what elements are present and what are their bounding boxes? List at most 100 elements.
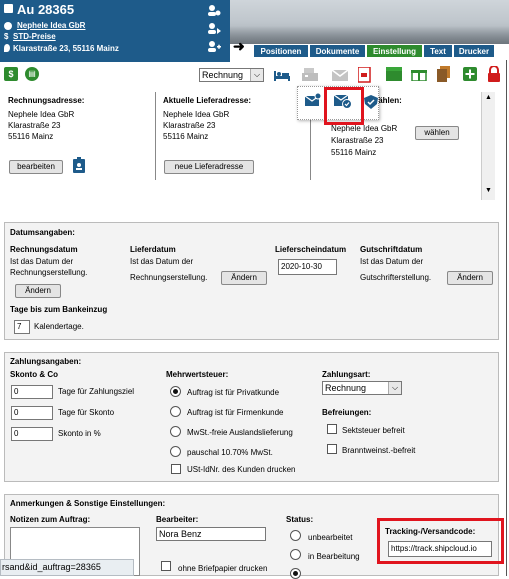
dollar-icon: $: [4, 32, 9, 41]
choose-address-button[interactable]: wählen: [415, 126, 459, 140]
editor-select[interactable]: Nora Benz: [156, 527, 266, 541]
bank-days-unit: Kalendertage.: [34, 322, 84, 331]
order-title: Au 28365: [17, 2, 75, 17]
mail-user-icon[interactable]: [304, 92, 322, 107]
print-vatid-checkbox[interactable]: [171, 464, 181, 474]
editor-value: Nora Benz: [159, 529, 202, 539]
tab-einstellung[interactable]: Einstellung: [366, 44, 423, 58]
document-type-select[interactable]: Rechnung ⌵: [199, 68, 264, 82]
vat-radio-business[interactable]: [170, 406, 181, 417]
user-settings-icon[interactable]: [207, 4, 221, 16]
delivery-line-2: Klarastraße 23: [163, 121, 216, 130]
payment-days-input[interactable]: 0: [11, 385, 53, 399]
highlight-mail-check: [324, 87, 364, 125]
customer-name-link[interactable]: Nephele Idea GbR: [17, 21, 85, 30]
status-url-bar: rsand&id_auftrag=28365: [0, 559, 134, 576]
discount-days-label: Tage für Skonto: [58, 408, 115, 417]
exemption-sparkling-label: Sektsteuer befreit: [342, 426, 405, 435]
change-credit-date-button[interactable]: Ändern: [447, 271, 493, 285]
bank-days-input[interactable]: 7: [14, 320, 30, 334]
invoice-dollar-icon[interactable]: $: [4, 67, 18, 81]
vat-option-foreign: MwSt.-freie Auslandslieferung: [187, 428, 293, 437]
delivery-line-1: Nephele Idea GbR: [163, 110, 230, 119]
bed-icon[interactable]: [274, 68, 290, 82]
box-green-icon[interactable]: [386, 67, 402, 81]
status-radio-third[interactable]: [290, 568, 301, 579]
payment-days-label: Tage für Zahlungsziel: [58, 387, 135, 396]
status-title: Status:: [286, 515, 314, 524]
exemption-spirits-checkbox[interactable]: [327, 444, 337, 454]
change-invoice-date-button[interactable]: Ändern: [15, 284, 61, 298]
status-radio-unprocessed[interactable]: [290, 530, 301, 541]
envelope-icon[interactable]: [331, 68, 349, 82]
tab-drucker[interactable]: Drucker: [453, 44, 495, 58]
scroll-up-icon[interactable]: ▲: [485, 94, 492, 101]
edit-billing-button[interactable]: bearbeiten: [9, 160, 63, 174]
briefcase-icon: [4, 4, 13, 13]
chevron-down-icon: ⌵: [388, 382, 401, 394]
delivery-address-heading: Aktuelle Lieferadresse:: [163, 96, 252, 105]
other-line-3: 55116 Mainz: [331, 148, 377, 157]
credit-date-desc-1: Ist das Datum der: [360, 257, 424, 266]
price-list-link[interactable]: STD-Preise: [13, 32, 56, 41]
billing-line-1: Nephele Idea GbR: [8, 110, 75, 119]
delivery-date-desc-2: Rechnungserstellung.: [130, 273, 208, 282]
billing-line-2: Klarastraße 23: [8, 121, 61, 130]
scroll-down-icon[interactable]: ▼: [485, 187, 492, 194]
notes-section-title: Anmerkungen & Sonstige Einstellungen:: [10, 499, 166, 508]
exemptions-title: Befreiungen:: [322, 408, 372, 417]
other-line-1: Nephele Idea GbR: [331, 124, 398, 133]
address-divider: [155, 92, 156, 180]
pdf-icon[interactable]: [357, 66, 372, 83]
editor-label: Bearbeiter:: [156, 515, 199, 524]
arrow-right-icon: ➜: [233, 38, 245, 54]
vat-radio-private[interactable]: [170, 386, 181, 397]
user-icon: [4, 22, 12, 30]
billing-line-3: 55116 Mainz: [8, 132, 54, 141]
fax-icon[interactable]: [302, 68, 318, 82]
delivery-note-date-input[interactable]: 2020-10-30: [278, 259, 337, 275]
print-vatid-label: USt-IdNr. des Kunden drucken: [187, 465, 296, 474]
no-letterhead-checkbox[interactable]: [161, 561, 171, 571]
credit-date-label: Gutschriftdatum: [360, 245, 423, 254]
change-delivery-date-button[interactable]: Ändern: [221, 271, 267, 285]
page-border: [506, 60, 507, 576]
shield-check-icon[interactable]: [364, 95, 378, 109]
money-icon[interactable]: ▤: [25, 67, 39, 81]
lock-icon[interactable]: [487, 65, 501, 82]
discount-days-input[interactable]: 0: [11, 406, 53, 420]
credit-date-desc-2: Gutschrifterstellung.: [360, 273, 432, 282]
highlight-tracking: [377, 518, 504, 564]
discount-percent-label: Skonto in %: [58, 429, 101, 438]
vat-radio-foreign[interactable]: [170, 426, 181, 437]
payment-type-select[interactable]: Rechnung ⌵: [322, 381, 402, 395]
vat-title: Mehrwertsteuer:: [166, 370, 229, 379]
gift-icon[interactable]: [411, 67, 427, 82]
delivery-line-3: 55116 Mainz: [163, 132, 209, 141]
discount-percent-input[interactable]: 0: [11, 427, 53, 441]
vat-radio-flat[interactable]: [170, 446, 181, 457]
plus-icon[interactable]: [463, 67, 477, 81]
bank-days-label: Tage bis zum Bankeinzug: [10, 305, 108, 314]
exemption-sparkling-checkbox[interactable]: [327, 424, 337, 434]
clipboard-user-icon[interactable]: [73, 157, 87, 173]
tab-positionen[interactable]: Positionen: [253, 44, 309, 58]
status-unprocessed-label: unbearbeitet: [308, 533, 353, 542]
tab-dokumente[interactable]: Dokumente: [309, 44, 366, 58]
address-scrollbar[interactable]: ▲ ▼: [481, 92, 495, 200]
vat-option-flat: pauschal 10.70% MwSt.: [187, 448, 273, 457]
tab-text[interactable]: Text: [423, 44, 453, 58]
order-header: Au 28365 Nephele Idea GbR $ STD-Preise K…: [0, 0, 230, 62]
address-text: Klarastraße 23, 55116 Mainz: [13, 44, 119, 53]
no-letterhead-label: ohne Briefpapier drucken: [178, 564, 268, 573]
delivery-note-date-label: Lieferscheindatum: [275, 245, 347, 254]
invoice-date-desc-2: Rechnungserstellung.: [10, 268, 88, 277]
user-switch-icon[interactable]: [207, 22, 221, 34]
user-add-icon[interactable]: [207, 40, 221, 52]
copy-documents-icon[interactable]: [437, 66, 451, 82]
date-section-title: Datumsangaben:: [10, 228, 75, 237]
payment-section-title: Zahlungsangaben:: [10, 357, 82, 366]
discount-title: Skonto & Co: [10, 370, 58, 379]
status-radio-in-progress[interactable]: [290, 549, 301, 560]
new-delivery-address-button[interactable]: neue Lieferadresse: [164, 160, 254, 174]
